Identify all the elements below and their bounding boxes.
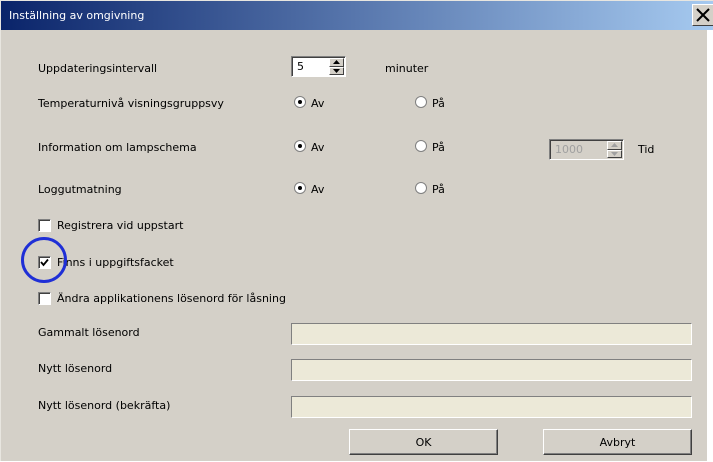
update-interval-up-button[interactable]	[329, 58, 344, 67]
arrow-down-icon	[333, 68, 340, 73]
register-at-startup-checkbox[interactable]	[38, 219, 51, 232]
temperature-on-radio[interactable]	[415, 96, 427, 108]
change-lock-password-label[interactable]: Ändra applikationens lösenord för låsnin…	[57, 292, 286, 305]
dialog-edge	[707, 30, 713, 462]
log-output-label: Loggutmatning	[38, 183, 122, 196]
lamp-schedule-off-label[interactable]: Av	[311, 141, 324, 154]
update-interval-unit: minuter	[385, 62, 429, 75]
update-interval-down-button[interactable]	[329, 66, 344, 75]
temperature-off-radio[interactable]	[294, 96, 306, 108]
log-output-on-radio[interactable]	[415, 182, 427, 194]
close-icon	[696, 8, 710, 22]
lamp-schedule-off-radio[interactable]	[294, 140, 306, 152]
arrow-up-icon	[611, 143, 618, 147]
update-interval-stepper[interactable]: 5	[291, 56, 346, 77]
new-password-field	[291, 359, 692, 381]
lamp-hours-unit: Tid	[638, 143, 655, 156]
update-interval-value: 5	[297, 60, 304, 73]
confirm-password-field	[291, 396, 692, 418]
old-password-field	[291, 323, 692, 345]
lamp-hours-down-button	[607, 149, 622, 158]
old-password-label: Gammalt lösenord	[38, 326, 140, 339]
confirm-password-label: Nytt lösenord (bekräfta)	[38, 399, 171, 412]
in-tray-checkbox[interactable]	[38, 256, 51, 269]
in-tray-label[interactable]: Finns i uppgiftsfacket	[57, 256, 174, 269]
title-bar[interactable]: Inställning av omgivning	[1, 1, 713, 30]
register-at-startup-label[interactable]: Registrera vid uppstart	[57, 219, 183, 232]
lamp-hours-stepper: 1000	[549, 139, 624, 160]
arrow-up-icon	[333, 60, 340, 64]
temperature-off-label[interactable]: Av	[311, 97, 324, 110]
log-output-off-label[interactable]: Av	[311, 183, 324, 196]
settings-dialog: Inställning av omgivning Uppdateringsint…	[0, 0, 713, 462]
ok-button-label: OK	[415, 436, 432, 449]
log-output-off-radio[interactable]	[294, 182, 306, 194]
ok-button[interactable]: OK	[349, 429, 498, 455]
cancel-button[interactable]: Avbryt	[543, 429, 692, 455]
close-button[interactable]	[692, 4, 713, 26]
lamp-hours-value: 1000	[555, 143, 583, 156]
lamp-schedule-on-radio[interactable]	[415, 140, 427, 152]
lamp-schedule-label: Information om lampschema	[38, 141, 197, 154]
new-password-label: Nytt lösenord	[38, 362, 113, 375]
arrow-down-icon	[611, 151, 618, 156]
cancel-button-label: Avbryt	[599, 436, 636, 449]
temperature-level-label: Temperaturnivå visningsgruppsvy	[38, 97, 224, 110]
temperature-on-label[interactable]: På	[432, 97, 445, 110]
log-output-on-label[interactable]: På	[432, 183, 445, 196]
checkmark-icon	[40, 258, 49, 267]
lamp-schedule-on-label[interactable]: På	[432, 141, 445, 154]
update-interval-label: Uppdateringsintervall	[38, 62, 158, 75]
change-lock-password-checkbox[interactable]	[38, 292, 51, 305]
lamp-hours-up-button	[607, 141, 622, 150]
window-title: Inställning av omgivning	[9, 9, 145, 22]
